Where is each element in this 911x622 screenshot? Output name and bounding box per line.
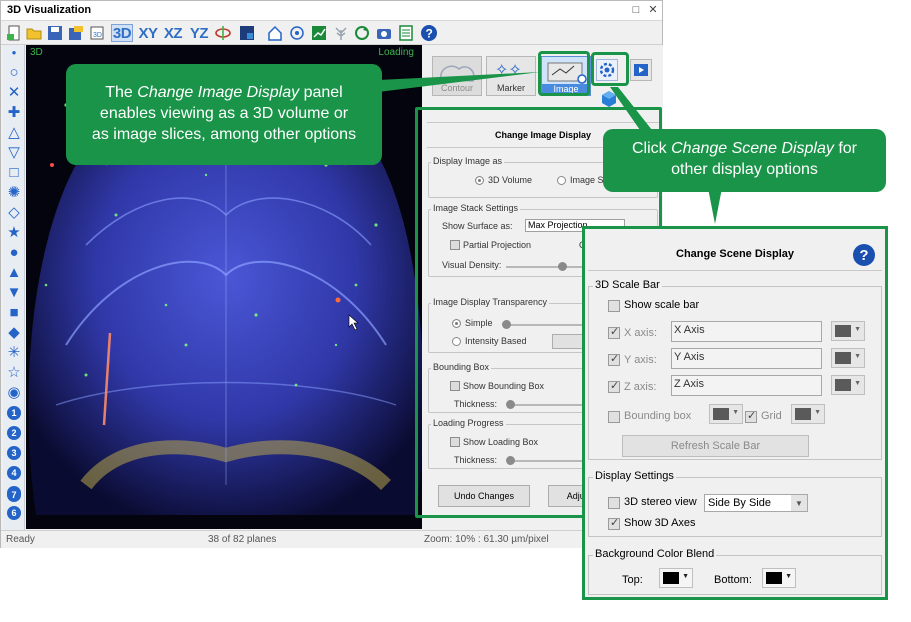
chevron-down-icon[interactable]: ▼ (791, 495, 807, 511)
scene-callout-post: for (833, 140, 857, 157)
stereo-view-label: 3D stereo view (624, 496, 697, 508)
scale-bar-label: 3D Scale Bar (593, 279, 662, 291)
x-axis-color-picker[interactable]: ▼ (831, 321, 865, 341)
display-settings-group: Display Settings 3D stereo view Side By … (588, 470, 882, 537)
show-scale-bar-checkbox[interactable] (608, 300, 620, 312)
display-settings-label: Display Settings (593, 470, 676, 482)
help-icon[interactable]: ? (853, 244, 875, 266)
x-axis-input[interactable]: X Axis (671, 321, 822, 342)
y-axis-input[interactable]: Y Axis (671, 348, 822, 369)
stereo-mode-select[interactable]: Side By Side ▼ (704, 494, 808, 512)
top-color-label: Top: (622, 574, 643, 586)
x-axis-checkbox[interactable] (608, 325, 620, 339)
show-3d-axes-checkbox[interactable] (608, 516, 620, 530)
grid-label: Grid (761, 410, 782, 422)
z-axis-input[interactable]: Z Axis (671, 375, 822, 396)
grid-color-picker[interactable]: ▼ (791, 404, 825, 424)
grid-checkbox[interactable] (745, 409, 757, 423)
refresh-scale-bar-button[interactable]: Refresh Scale Bar (622, 435, 809, 457)
background-blend-group: Background Color Blend Top: ▼ Bottom: ▼ (588, 548, 882, 595)
y-axis-checkbox[interactable] (608, 352, 620, 366)
scene-panel-title: Change Scene Display (676, 247, 794, 260)
scene-callout-pre: Click (632, 140, 672, 157)
image-callout-line-2: enables viewing as a 3D volume or (99, 105, 349, 122)
z-axis-color-picker[interactable]: ▼ (831, 375, 865, 395)
stereo-mode-value: Side By Side (708, 497, 771, 509)
y-axis-color-picker[interactable]: ▼ (831, 348, 865, 368)
image-callout-line-3: as image slices, among other options (91, 126, 357, 143)
stereo-view-checkbox[interactable] (608, 497, 620, 509)
scene-display-callout: Click Change Scene Display for other dis… (603, 129, 886, 192)
scene-panel-header: Change Scene Display (588, 237, 882, 271)
scene-callout-line-2: other display options (671, 161, 818, 178)
bounding-box-color-picker[interactable]: ▼ (709, 404, 743, 424)
top-color-picker[interactable]: ▼ (659, 568, 693, 588)
bounding-box-checkbox[interactable] (608, 411, 620, 423)
scale-bar-group: 3D Scale Bar Show scale bar X axis: X Ax… (588, 279, 882, 460)
bounding-box-label: Bounding box (624, 410, 692, 422)
scene-callout-emphasis: Change Scene Display (671, 140, 834, 157)
bottom-color-label: Bottom: (714, 574, 752, 586)
show-3d-axes-label: Show 3D Axes (624, 517, 696, 529)
bottom-color-picker[interactable]: ▼ (762, 568, 796, 588)
scene-callout-line-1: Click Change Scene Display for (603, 138, 886, 159)
y-axis-label: Y axis: (624, 354, 657, 366)
x-axis-label: X axis: (624, 327, 658, 339)
background-blend-label: Background Color Blend (593, 548, 717, 560)
z-axis-label: Z axis: (624, 381, 657, 393)
image-callout-post: panel (299, 84, 343, 101)
image-callout-pre: The (105, 84, 138, 101)
show-scale-bar-label: Show scale bar (624, 299, 700, 311)
image-callout-emphasis: Change Image Display (137, 84, 300, 101)
z-axis-checkbox[interactable] (608, 379, 620, 393)
image-display-callout: The Change Image Display panel enables v… (66, 64, 382, 165)
image-callout-line-1: The Change Image Display panel (66, 82, 382, 103)
scene-display-panel: Change Scene Display ? 3D Scale Bar Show… (582, 226, 888, 600)
